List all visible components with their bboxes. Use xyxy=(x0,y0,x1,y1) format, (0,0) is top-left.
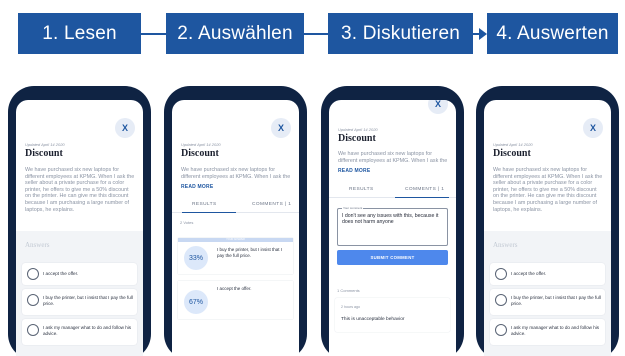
step-1-read: 1. Lesen xyxy=(18,13,141,54)
answer-option[interactable]: I buy the printer, but I insist that I p… xyxy=(22,289,137,315)
radio-button[interactable] xyxy=(27,294,39,306)
votes-count: 2 Votes xyxy=(180,220,194,225)
tab-results[interactable]: RESULTS xyxy=(349,187,374,192)
answer-option[interactable]: I buy the printer, but I insist that I p… xyxy=(490,289,605,315)
phone-results: X Updated April 14 2020 Discount We have… xyxy=(164,86,307,356)
card-body: We have purchased six new laptops for di… xyxy=(338,151,448,164)
step-2-select: 2. Auswählen xyxy=(166,13,304,54)
phone-screen: X Updated April 14 2020 Discount We have… xyxy=(484,100,611,356)
radio-button[interactable] xyxy=(27,268,39,280)
answer-option[interactable]: I ask my manager what to do and follow h… xyxy=(490,319,605,345)
answer-label: I ask my manager what to do and follow h… xyxy=(43,325,132,336)
close-button[interactable]: X xyxy=(115,118,135,138)
tab-active-indicator xyxy=(182,211,236,213)
card-title: Discount xyxy=(493,148,531,159)
answer-label: I buy the printer, but I insist that I p… xyxy=(43,295,133,306)
updated-date: Updated April 14 2020 xyxy=(181,142,221,147)
tab-comments[interactable]: COMMENTS | 1 xyxy=(252,202,291,207)
card-body: We have purchased six new laptops for di… xyxy=(493,167,603,213)
answer-label: I accept the offer. xyxy=(43,271,79,276)
updated-date: Updated April 14 2020 xyxy=(338,127,378,132)
tab-comments[interactable]: COMMENTS | 1 xyxy=(405,187,444,192)
radio-button[interactable] xyxy=(27,324,39,336)
step-connector xyxy=(304,33,328,35)
comment-time: 2 hours ago xyxy=(341,305,360,309)
result-label: I accept the offer. xyxy=(217,286,252,291)
card-body: We have purchased six new laptops for di… xyxy=(181,167,291,180)
your-answer-chip: YOUR ANSWER xyxy=(178,238,293,242)
answers-panel: Answers I accept the offer. I buy the pr… xyxy=(484,231,611,356)
submit-comment-button[interactable]: SUBMIT COMMENT xyxy=(337,250,448,265)
tab-bar: RESULTS COMMENTS | 1 xyxy=(329,184,456,198)
result-percent: 67% xyxy=(184,290,208,314)
phone-screen: X Updated April 14 2020 Discount We have… xyxy=(329,100,456,356)
phone-read: X Updated April 14 2020 Discount We have… xyxy=(8,86,151,356)
answer-option[interactable]: I accept the offer. xyxy=(490,263,605,285)
card-title: Discount xyxy=(181,148,219,159)
answers-panel: Answers I accept the offer. I buy the pr… xyxy=(16,231,143,356)
card-body: We have purchased six new laptops for di… xyxy=(25,167,135,213)
answer-option[interactable]: I ask my manager what to do and follow h… xyxy=(22,319,137,345)
comments-count: 1 Comments xyxy=(337,288,360,293)
result-item: YOUR ANSWER 33% I buy the printer, but I… xyxy=(178,238,293,274)
close-button[interactable]: X xyxy=(271,118,291,138)
comment-input-value: I don't see any issues with this, becaus… xyxy=(342,213,439,226)
phone-screen: X Updated April 14 2020 Discount We have… xyxy=(16,100,143,356)
answer-label: I buy the printer, but I insist that I p… xyxy=(511,295,601,306)
updated-date: Updated April 14 2020 xyxy=(25,142,65,147)
comment-input[interactable]: Your comment I don't see any issues with… xyxy=(337,206,448,246)
card-title: Discount xyxy=(338,133,376,144)
arrow-right-icon xyxy=(479,28,487,40)
close-button[interactable]: X xyxy=(428,100,448,114)
answer-label: I ask my manager what to do and follow h… xyxy=(511,325,600,336)
answer-label: I accept the offer. xyxy=(511,271,547,276)
tab-results[interactable]: RESULTS xyxy=(192,202,217,207)
tab-bar: RESULTS COMMENTS | 1 xyxy=(172,199,299,213)
close-button[interactable]: X xyxy=(583,118,603,138)
answer-option[interactable]: I accept the offer. xyxy=(22,263,137,285)
radio-button[interactable] xyxy=(495,324,507,336)
step-3-discuss: 3. Diskutieren xyxy=(328,13,473,54)
answers-title: Answers xyxy=(25,241,50,249)
step-banner: 1. Lesen 2. Auswählen 3. Diskutieren 4. … xyxy=(0,0,625,70)
step-4-evaluate: 4. Auswerten xyxy=(487,13,618,54)
step-connector xyxy=(141,33,166,35)
card-title: Discount xyxy=(25,148,63,159)
result-item: 67% I accept the offer. xyxy=(178,281,293,319)
result-label: I buy the printer, but I insist that I p… xyxy=(217,247,283,258)
read-more-link[interactable]: READ MORE xyxy=(181,184,213,190)
comment-input-label: Your comment xyxy=(342,206,364,210)
read-more-link[interactable]: READ MORE xyxy=(338,168,370,174)
result-percent: 33% xyxy=(184,246,208,270)
phone-discuss: X Updated April 14 2020 Discount We have… xyxy=(321,86,464,356)
phone-screen: X Updated April 14 2020 Discount We have… xyxy=(172,100,299,356)
phone-evaluate: X Updated April 14 2020 Discount We have… xyxy=(476,86,619,356)
radio-button[interactable] xyxy=(495,294,507,306)
tab-active-indicator xyxy=(395,196,449,198)
answers-title: Answers xyxy=(493,241,518,249)
comment-item: 2 hours ago This is unacceptable behavio… xyxy=(335,298,450,332)
comment-text: This is unacceptable behavior xyxy=(341,317,405,322)
updated-date: Updated April 14 2020 xyxy=(493,142,533,147)
radio-button[interactable] xyxy=(495,268,507,280)
